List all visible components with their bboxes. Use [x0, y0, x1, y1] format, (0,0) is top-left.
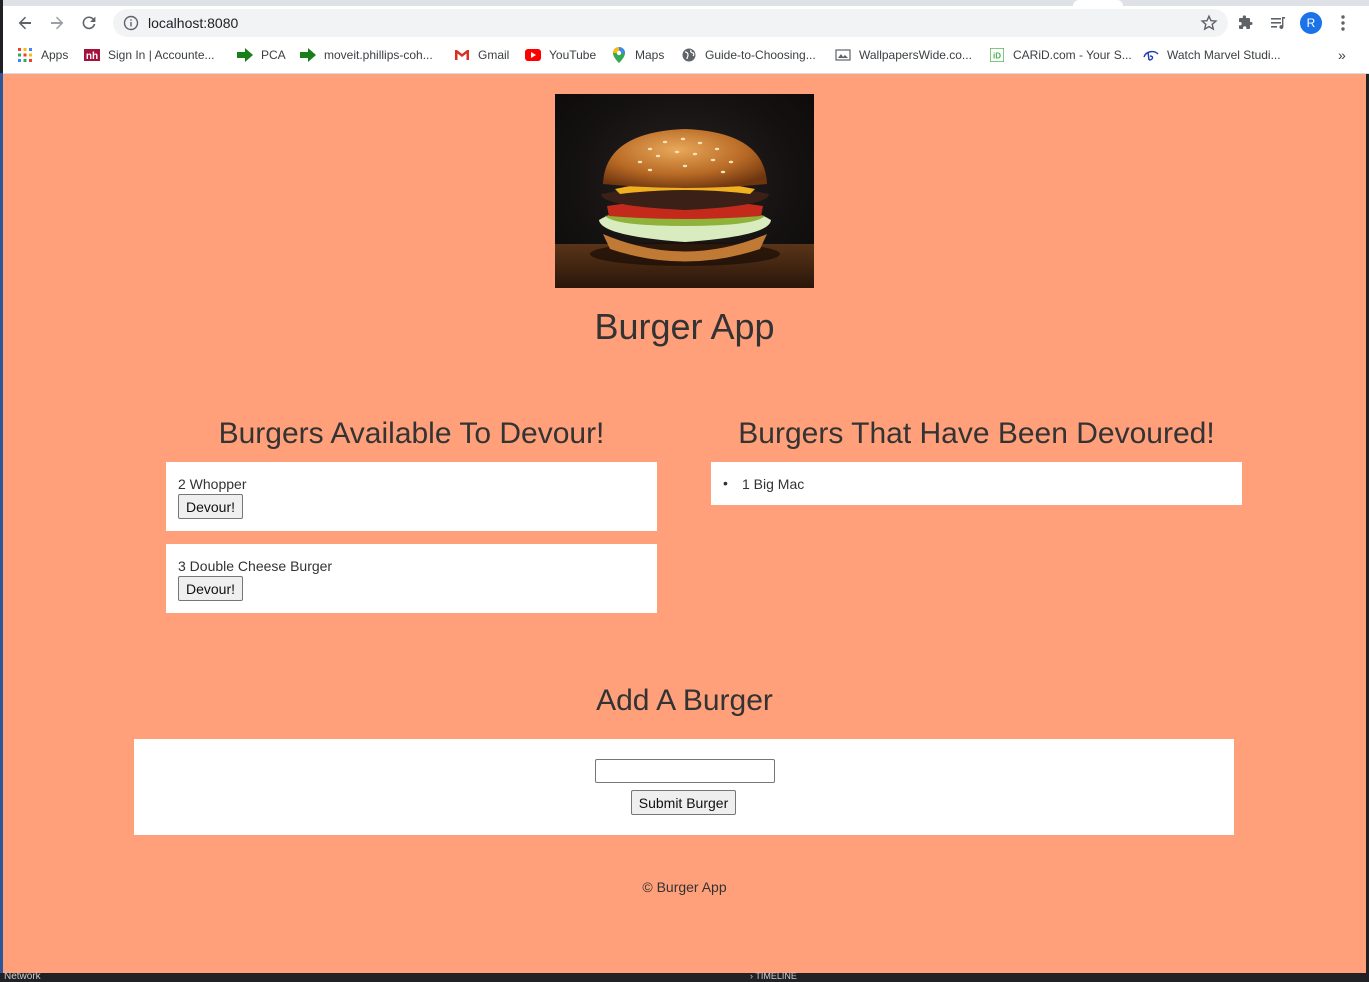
svg-text:iD: iD: [993, 52, 1001, 61]
bookmark-wallpaperswide[interactable]: WallpapersWide.co...: [835, 46, 972, 64]
add-burger-heading: Add A Burger: [596, 684, 773, 717]
youtube-icon: [525, 47, 541, 63]
devour-button[interactable]: Devour!: [178, 494, 243, 519]
devoured-list-card: • 1 Big Mac: [711, 462, 1242, 505]
bookmark-moveit[interactable]: moveit.phillips-coh...: [300, 46, 433, 64]
bookmarks-bar: Apps nh Sign In | Accounte... PCA moveit…: [3, 42, 1369, 68]
burger-app-page: Burger App Burgers Available To Devour! …: [3, 74, 1366, 973]
devoured-burger-name: 1 Big Mac: [742, 476, 805, 492]
bookmark-gmail[interactable]: Gmail: [454, 46, 509, 64]
reload-icon: [82, 16, 96, 30]
bookmark-pca[interactable]: PCA: [237, 46, 286, 64]
bookmark-label: moveit.phillips-coh...: [324, 48, 433, 62]
burger-hero-image: [555, 94, 814, 288]
url-text[interactable]: localhost:8080: [148, 15, 238, 31]
menu-button[interactable]: [1332, 12, 1354, 34]
svg-text:nh: nh: [86, 51, 98, 61]
forward-arrow-icon: [51, 16, 64, 30]
bookmark-apps[interactable]: Apps: [17, 46, 68, 64]
green-arrow-icon: [237, 47, 253, 63]
extensions-button[interactable]: [1235, 12, 1257, 34]
burger-name: 3 Double Cheese Burger: [178, 558, 333, 574]
nh-favicon: nh: [84, 47, 100, 63]
bookmark-carid[interactable]: iD CARiD.com - Your S...: [989, 46, 1132, 64]
back-button[interactable]: [11, 9, 39, 37]
forward-button[interactable]: [43, 9, 71, 37]
bookmark-label: WallpapersWide.co...: [859, 48, 972, 62]
more-bookmarks-button[interactable]: »: [1338, 46, 1346, 64]
back-arrow-icon: [18, 16, 31, 30]
globe-icon: [681, 47, 697, 63]
kebab-menu-icon: [1341, 15, 1345, 31]
bookmark-sign-in[interactable]: nh Sign In | Accounte...: [84, 46, 215, 64]
bookmark-label: PCA: [261, 48, 286, 62]
burger-name-input[interactable]: [595, 759, 775, 783]
bookmark-marvel[interactable]: Watch Marvel Studi...: [1143, 46, 1281, 64]
wallpaperswide-icon: [835, 47, 851, 63]
gmail-icon: [454, 47, 470, 63]
devour-button[interactable]: Devour!: [178, 576, 243, 601]
bookmark-guide[interactable]: Guide-to-Choosing...: [681, 46, 816, 64]
devoured-heading: Burgers That Have Been Devoured!: [738, 417, 1215, 450]
add-burger-form: Submit Burger: [134, 739, 1234, 835]
bookmark-label: CARiD.com - Your S...: [1013, 48, 1132, 62]
bookmark-label: Watch Marvel Studi...: [1167, 48, 1281, 62]
info-icon[interactable]: [123, 15, 139, 31]
available-burger-card: 2 Whopper Devour!: [166, 462, 657, 531]
burger-name: 2 Whopper: [178, 476, 247, 492]
bookmark-star-icon[interactable]: [1200, 14, 1218, 32]
profile-avatar[interactable]: R: [1300, 12, 1322, 34]
devtools-strip: Network › TIMELINE: [0, 971, 1369, 982]
carid-icon: iD: [989, 47, 1005, 63]
burger-illustration: [555, 129, 814, 288]
footer-copyright: © Burger App: [642, 879, 727, 895]
bookmark-label: Apps: [41, 48, 69, 62]
bookmark-label: Guide-to-Choosing...: [705, 48, 816, 62]
available-burger-card: 3 Double Cheese Burger Devour!: [166, 544, 657, 613]
devtools-timeline-tab[interactable]: › TIMELINE: [750, 971, 797, 981]
puzzle-icon: [1239, 15, 1253, 29]
bookmark-label: Sign In | Accounte...: [108, 48, 215, 62]
app-title: Burger App: [594, 306, 775, 347]
apps-grid-icon: [17, 47, 33, 63]
green-arrow-icon: [300, 47, 316, 63]
list-bullet: •: [723, 475, 728, 491]
bookmark-maps[interactable]: Maps: [611, 46, 664, 64]
bookmark-label: Gmail: [478, 48, 510, 62]
submit-burger-button[interactable]: Submit Burger: [631, 790, 736, 815]
browser-toolbar: localhost:8080 R: [3, 6, 1369, 40]
devtools-network-tab[interactable]: Network: [4, 971, 41, 982]
playlist-icon: [1271, 17, 1285, 30]
available-heading: Burgers Available To Devour!: [218, 417, 605, 450]
bookmark-label: Maps: [635, 48, 665, 62]
reload-button[interactable]: [75, 9, 103, 37]
media-control-button[interactable]: [1267, 12, 1289, 34]
address-bar[interactable]: localhost:8080: [113, 9, 1228, 37]
bookmark-label: YouTube: [549, 48, 597, 62]
bookmark-youtube[interactable]: YouTube: [525, 46, 596, 64]
disney-icon: [1143, 47, 1159, 63]
maps-pin-icon: [611, 47, 627, 63]
browser-chrome: localhost:8080 R Apps nh Sign In | Accou…: [3, 0, 1369, 74]
